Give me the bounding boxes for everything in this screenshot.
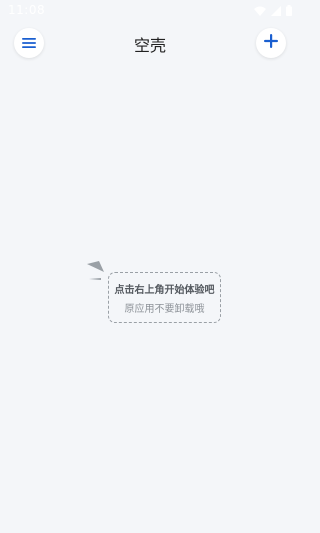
status-time: 11:08 <box>8 3 46 17</box>
app-screen: 11:08 空壳 点击右上角开始体验吧 原应用不要卸载哦 <box>0 0 300 533</box>
empty-state: 点击右上角开始体验吧 原应用不要卸载哦 <box>86 260 226 330</box>
empty-hint-box: 点击右上角开始体验吧 原应用不要卸载哦 <box>108 272 221 323</box>
status-icons <box>254 4 292 16</box>
empty-hint-subtitle: 原应用不要卸载哦 <box>124 303 205 315</box>
empty-hint-title: 点击右上角开始体验吧 <box>114 284 215 296</box>
status-bar: 11:08 <box>0 0 300 22</box>
page-title: 空壳 <box>133 36 166 55</box>
battery-icon <box>286 1 292 20</box>
wifi-icon <box>254 1 266 20</box>
plus-icon <box>263 33 279 53</box>
emphasis-lines-icon <box>86 260 106 288</box>
app-bar: 空壳 <box>0 24 300 64</box>
add-button[interactable] <box>256 28 286 58</box>
cellular-signal-icon <box>271 1 281 20</box>
